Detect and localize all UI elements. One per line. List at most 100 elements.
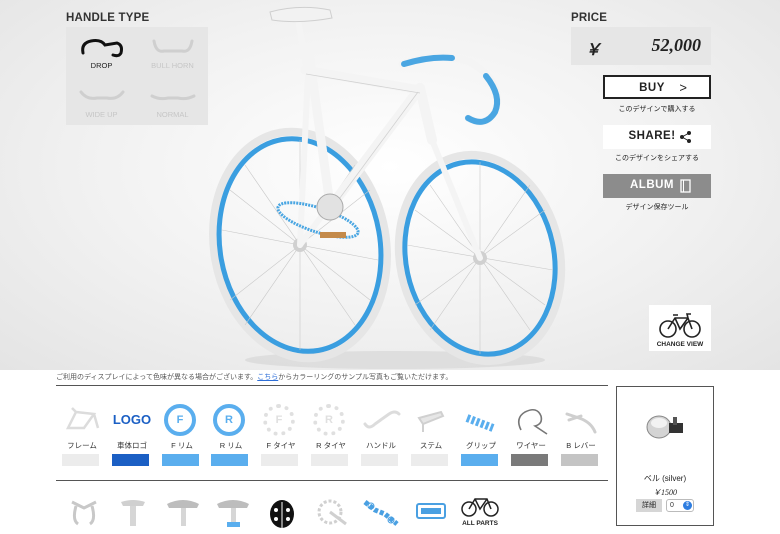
part-label: フレーム [67,441,97,450]
color-notice-text-end: からカラーリングのサンプル写真もご覧いただけます。 [278,374,453,381]
album-subtext: デザイン保存ツール [625,204,689,211]
change-view-button[interactable]: CHANGE VIEW [649,305,711,351]
part-logo[interactable]: LOGO 車体ロゴ [109,398,155,474]
part-label: F タイヤ [266,441,296,450]
part-label: R リム [219,441,243,450]
share-button[interactable]: SHARE! [603,125,711,149]
wire-icon [517,408,548,435]
bike-preview-stage: HANDLE TYPE DROP BULL HORN WIDE UP NORMA… [0,0,780,370]
part-color-swatch[interactable] [461,454,498,466]
color-notice-text: ご利用のディスプレイによって色味が異なる場合がございます。 [56,374,258,381]
part-rear-tire[interactable]: R R タイヤ [308,398,354,474]
part-label: R タイヤ [316,441,346,450]
buy-button[interactable]: BUY > [603,75,711,99]
handle-type-title: HANDLE TYPE [66,12,150,24]
sample-photos-link[interactable]: こちら [257,374,278,381]
part-label: 車体ロゴ [117,441,147,450]
part-color-swatch[interactable] [162,454,199,466]
price-title: PRICE [571,12,608,24]
part-label: ワイヤー [516,441,546,450]
front-tire-icon: F [263,404,295,436]
price-value: 52,000 [651,35,702,55]
frame-icon [65,407,100,430]
buy-button-label: BUY [639,82,665,94]
part-label: グリップ [466,441,496,450]
handle-option-drop[interactable]: DROP [66,27,137,76]
part-stem[interactable]: ステム [408,398,454,474]
part-frame[interactable]: フレーム [59,398,105,474]
part-label: B レバー [566,441,596,450]
buy-subtext: このデザインで購入する [618,106,696,113]
all-parts-label: ALL PARTS [462,520,498,527]
ladybug-bell-icon[interactable] [262,494,302,530]
part-handlebar[interactable]: ハンドル [358,398,404,474]
part-color-swatch[interactable] [112,454,149,466]
chevron-updown-icon: ⇕ [683,501,692,510]
logo-icon: LOGO [112,412,152,427]
bell-icon [646,415,683,439]
part-color-swatch[interactable] [261,454,298,466]
part-color-swatch[interactable] [411,454,448,466]
share-subtext: このデザインをシェアする [615,155,699,162]
part-color-swatch[interactable] [211,454,248,466]
pedal-icon[interactable] [411,494,451,530]
saddle-blue-icon[interactable] [213,494,253,530]
part-rear-rim[interactable]: R R リム [208,398,254,474]
divider [56,385,608,386]
handle-option-bull-horn[interactable]: BULL HORN [137,27,208,76]
handle-option-label: DROP [90,61,113,70]
chevron-right-icon: > [679,80,687,95]
rear-rim-icon: R [213,404,245,436]
front-rim-icon: F [164,404,196,436]
saddle-icon[interactable] [163,494,203,530]
item-price: ￥1500 [653,488,677,497]
handle-option-normal[interactable]: NORMAL [137,76,208,125]
quantity-select[interactable]: 0 ⇕ [666,499,694,512]
part-label: F リム [171,441,193,450]
detail-button[interactable]: 詳細 [636,499,662,512]
rear-tire-icon: R [313,404,345,436]
part-wire[interactable]: ワイヤー [508,398,554,474]
part-label: ハンドル [366,441,396,450]
price-box: ￥ 52,000 [571,27,711,65]
part-label: ステム [419,441,443,450]
all-parts-button[interactable]: ALL PARTS [460,494,500,530]
bicycle-preview-image [209,6,566,369]
item-name: ベル (silver) [643,474,687,483]
handle-option-wide-up[interactable]: WIDE UP [66,76,137,125]
part-color-swatch[interactable] [62,454,99,466]
handlebar-icon [363,410,401,429]
stem-icon [417,410,445,432]
part-color-swatch[interactable] [361,454,398,466]
drop-handle-icon [81,39,123,58]
part-front-tire[interactable]: F F タイヤ [258,398,304,474]
brake-caliper-icon[interactable] [64,494,104,530]
part-color-swatch[interactable] [561,454,598,466]
bicycle-icon [461,498,499,517]
brake-lever-icon [565,412,597,434]
handle-option-label: NORMAL [156,110,189,119]
grip-icon [465,414,495,432]
color-notice: ご利用のディスプレイによって色味が異なる場合がございます。こちらからカラーリング… [56,372,452,382]
part-color-swatch[interactable] [511,454,548,466]
part-color-swatch[interactable] [311,454,348,466]
album-button-label: ALBUM [629,179,675,191]
change-view-label: CHANGE VIEW [656,341,704,348]
crankset-icon[interactable] [312,494,352,530]
divider [56,480,608,481]
handle-option-label: BULL HORN [151,61,194,70]
share-icon [680,131,691,143]
seatpost-icon[interactable] [113,494,153,530]
handle-option-label: WIDE UP [85,110,118,119]
quantity-value: 0 [670,502,674,509]
part-grip[interactable]: グリップ [458,398,504,474]
part-front-rim[interactable]: F F リム [159,398,205,474]
share-button-label: SHARE! [628,130,676,142]
album-icon [680,179,691,193]
album-button[interactable]: ALBUM [603,174,711,198]
part-brake-lever[interactable]: B レバー [558,398,604,474]
selected-item-panel: ベル (silver) ￥1500 詳細 0 ⇕ [616,386,714,526]
handle-type-panel: DROP BULL HORN WIDE UP NORMAL [66,27,208,125]
normal-handle-icon [150,94,196,101]
chain-icon[interactable] [361,494,401,530]
